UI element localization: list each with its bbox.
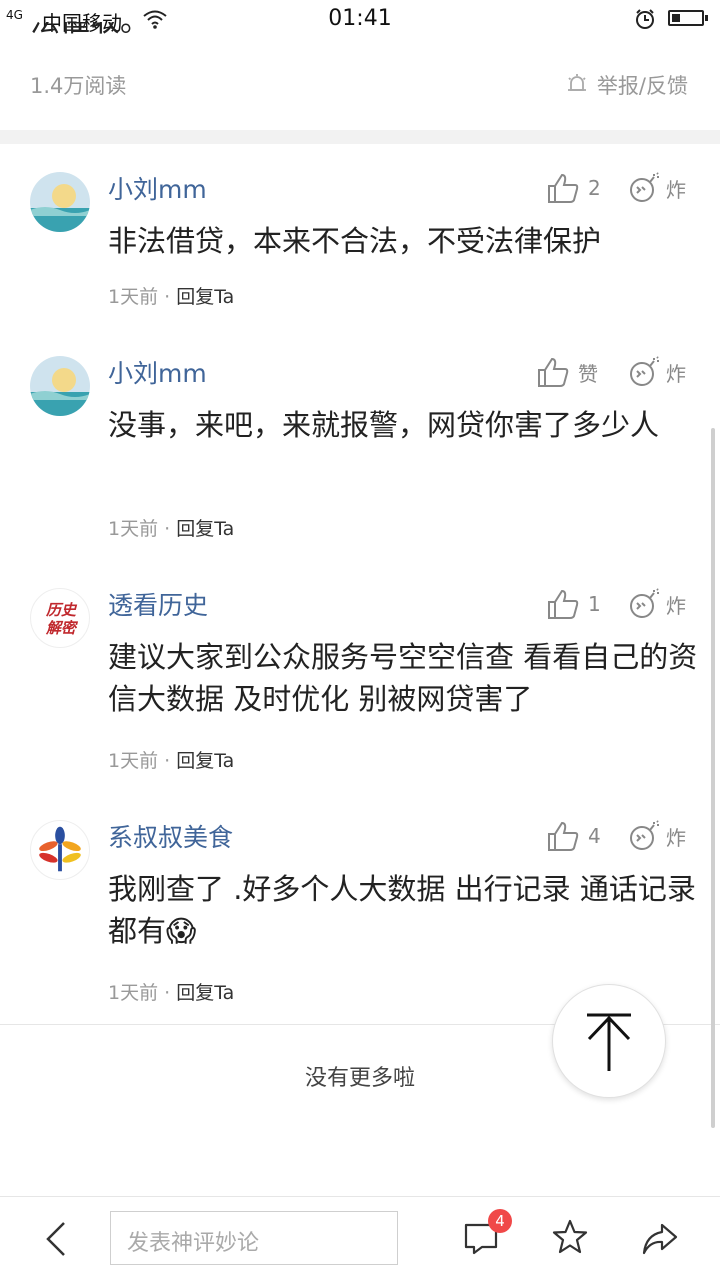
battery-icon xyxy=(668,10,708,26)
avatar-logo-text: 历史 解密 xyxy=(45,601,76,637)
username[interactable]: 系叔叔美食 xyxy=(108,818,233,854)
bomb-label: 炸 xyxy=(666,593,686,618)
comment-count-badge: 4 xyxy=(488,1209,512,1233)
comment-text: 没事，来吧，来就报警，网贷你害了多少人 xyxy=(108,408,660,442)
meta-separator: · xyxy=(158,982,177,1004)
back-to-top-button[interactable] xyxy=(552,984,666,1098)
like-button[interactable]: 4 xyxy=(546,820,601,852)
back-button[interactable] xyxy=(40,1219,72,1263)
like-count: 2 xyxy=(588,176,601,200)
reply-button[interactable]: 回复Ta xyxy=(176,286,234,308)
meta-separator: · xyxy=(158,518,177,540)
username[interactable]: 透看历史 xyxy=(108,586,208,622)
scrollbar[interactable] xyxy=(711,428,715,1128)
thumbs-up-icon xyxy=(548,589,579,619)
like-count: 赞 xyxy=(578,361,598,386)
bomb-icon xyxy=(630,172,659,202)
share-button[interactable] xyxy=(640,1219,680,1263)
alarm-icon xyxy=(634,8,656,34)
reply-button[interactable]: 回复Ta xyxy=(176,982,234,1004)
report-bell-icon xyxy=(565,71,589,100)
bomb-button[interactable]: 炸 xyxy=(628,356,686,388)
username[interactable]: 小刘mm xyxy=(108,354,207,390)
bomb-button[interactable]: 炸 xyxy=(628,820,686,852)
comment-time: 1天前 xyxy=(108,750,159,772)
bomb-icon xyxy=(630,820,659,850)
bomb-label: 炸 xyxy=(666,177,686,202)
arrow-up-icon xyxy=(587,1013,631,1071)
comment-input-placeholder: 发表神评妙论 xyxy=(127,1231,260,1256)
like-count: 1 xyxy=(588,592,601,616)
comment-meta: 1天前 · 回复Ta xyxy=(108,978,234,1005)
comment-meta: 1天前 · 回复Ta xyxy=(108,282,234,309)
bomb-icon xyxy=(630,588,659,618)
report-feedback-button[interactable]: 举报/反馈 xyxy=(565,70,688,100)
like-button[interactable]: 赞 xyxy=(536,356,598,388)
bottom-toolbar: 发表神评妙论 4 xyxy=(0,1196,720,1281)
bomb-label: 炸 xyxy=(666,361,686,386)
thumbs-up-icon xyxy=(548,173,579,203)
comment-text: 非法借贷，本来不合法，不受法律保护 xyxy=(108,224,602,258)
avatar[interactable] xyxy=(30,356,90,416)
thumbs-up-icon xyxy=(538,357,569,387)
username[interactable]: 小刘mm xyxy=(108,170,207,206)
read-count: 1.4万阅读 xyxy=(30,74,127,98)
bomb-button[interactable]: 炸 xyxy=(628,172,686,204)
bomb-icon xyxy=(630,356,659,386)
bomb-button[interactable]: 炸 xyxy=(628,588,686,620)
like-count: 4 xyxy=(588,824,601,848)
comment-text: 建议大家到公众服务号空空信查 看看自己的资信大数据 及时优化 别被网贷害了 xyxy=(108,640,698,716)
article-tail-text: 法催收。 xyxy=(30,22,150,44)
reply-button[interactable]: 回复Ta xyxy=(176,518,234,540)
chevron-left-icon xyxy=(46,1222,65,1256)
thumbs-up-icon xyxy=(548,821,579,851)
comment-text: 我刚查了 .好多个人大数据 出行记录 通话记录都有😱 xyxy=(108,872,696,948)
favorite-button[interactable] xyxy=(550,1217,590,1261)
like-button[interactable]: 2 xyxy=(546,172,601,204)
comment-time: 1天前 xyxy=(108,518,159,540)
avatar[interactable]: 历史 解密 xyxy=(30,588,90,648)
comment-time: 1天前 xyxy=(108,982,159,1004)
meta-separator: · xyxy=(158,750,177,772)
comment-time: 1天前 xyxy=(108,286,159,308)
section-divider xyxy=(0,130,720,144)
meta-separator: · xyxy=(158,286,177,308)
avatar[interactable] xyxy=(30,172,90,232)
report-feedback-label: 举报/反馈 xyxy=(596,74,688,98)
avatar[interactable] xyxy=(30,820,90,880)
comment-meta: 1天前 · 回复Ta xyxy=(108,514,234,541)
like-button[interactable]: 1 xyxy=(546,588,601,620)
bomb-label: 炸 xyxy=(666,825,686,850)
reply-button[interactable]: 回复Ta xyxy=(176,750,234,772)
share-arrow-icon xyxy=(642,1223,678,1255)
star-icon xyxy=(552,1219,588,1254)
comment-meta: 1天前 · 回复Ta xyxy=(108,746,234,773)
comment-input[interactable]: 发表神评妙论 xyxy=(110,1211,398,1265)
